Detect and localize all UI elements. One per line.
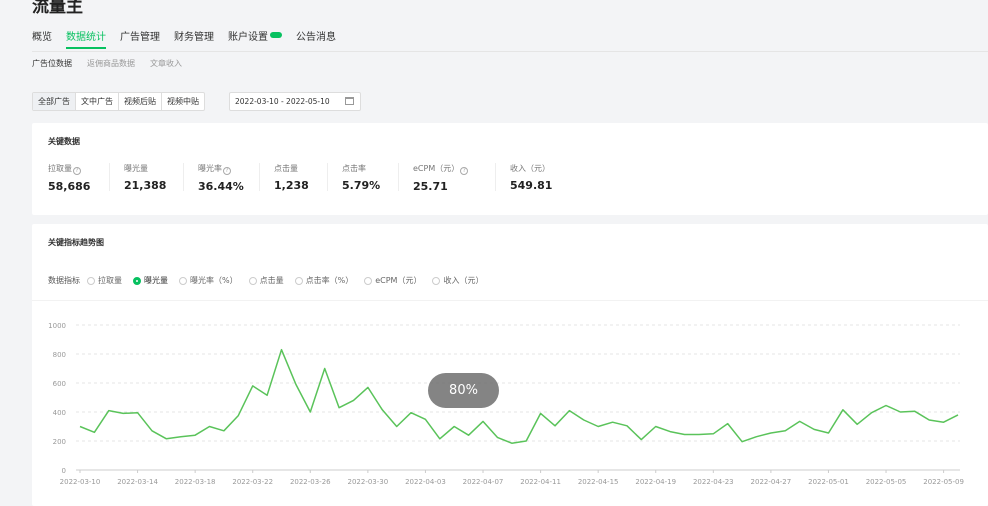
x-tick-label: 2022-03-30: [348, 478, 389, 486]
x-tick-label: 2022-04-19: [635, 478, 676, 486]
nav-label: 概览: [32, 32, 52, 43]
tab-video-post-roll[interactable]: 视频后贴: [119, 93, 162, 110]
new-badge: [270, 32, 282, 38]
subnav-ad-slot-data[interactable]: 广告位数据: [32, 58, 72, 69]
metric-label: 点击率: [342, 164, 366, 173]
x-tick-label: 2022-05-05: [866, 478, 907, 486]
metric-value: 25.71: [413, 180, 448, 193]
x-tick-label: 2022-04-03: [405, 478, 446, 486]
nav-label: 账户设置: [228, 32, 268, 43]
metric-label: 点击量: [274, 164, 298, 173]
x-tick-label: 2022-03-14: [117, 478, 158, 486]
x-tick-label: 2022-03-26: [290, 478, 331, 486]
metric-value: 1,238: [274, 179, 309, 192]
tab-in-article-ads[interactable]: 文中广告: [76, 93, 119, 110]
nav-data-stats[interactable]: 数据统计: [66, 31, 106, 51]
key-data-title: 关键数据: [48, 137, 80, 146]
metric-income: 收入（元） 549.81: [494, 163, 553, 192]
x-tick-label: 2022-05-09: [923, 478, 964, 486]
tab-video-mid-roll[interactable]: 视频中贴: [162, 93, 204, 110]
metric-label: 收入（元）: [510, 164, 550, 173]
x-tick-label: 2022-04-23: [693, 478, 734, 486]
date-range-picker[interactable]: 2022-03-10 - 2022-05-10: [229, 92, 361, 111]
nav-overview[interactable]: 概览: [32, 31, 52, 51]
metric-ecpm: eCPM（元）? 25.71: [397, 163, 469, 193]
key-data-card: 关键数据 拉取量? 58,686 曝光量 21,388 曝光率? 36.44% …: [32, 123, 988, 215]
subnav-commission-data[interactable]: 返佣商品数据: [87, 58, 135, 69]
nav-ad-management[interactable]: 广告管理: [120, 31, 160, 51]
metric-label: eCPM（元）: [413, 164, 460, 173]
metric-pull-count: 拉取量? 58,686: [48, 163, 91, 193]
x-tick-label: 2022-05-01: [808, 478, 849, 486]
nav-label: 财务管理: [174, 32, 214, 43]
tab-all-ads[interactable]: 全部广告: [33, 93, 76, 110]
metric-value: 21,388: [124, 179, 167, 192]
nav-announcements[interactable]: 公告消息: [296, 31, 336, 51]
metric-value: 36.44%: [198, 180, 244, 193]
metric-exposure: 曝光量 21,388: [108, 163, 167, 192]
y-tick-label: 200: [53, 438, 66, 446]
metric-clicks: 点击量 1,238: [259, 163, 309, 192]
y-tick-label: 1000: [48, 322, 66, 330]
app-title: 流量主: [32, 0, 83, 17]
nav-label: 广告管理: [120, 32, 160, 43]
ad-type-segmented: 全部广告 文中广告 视频后贴 视频中贴: [32, 92, 205, 111]
x-tick-label: 2022-04-11: [520, 478, 561, 486]
x-tick-label: 2022-03-10: [60, 478, 101, 486]
x-tick-label: 2022-04-15: [578, 478, 619, 486]
nav-label: 数据统计: [66, 32, 106, 43]
series-line: [79, 348, 959, 444]
help-icon[interactable]: ?: [73, 167, 81, 175]
trend-chart: 0 200 400 600 800 1000 2022-03-10 2022-03-14 202…: [48, 322, 964, 486]
x-tick-label: 2022-03-18: [175, 478, 216, 486]
x-tick-label: 2022-04-27: [751, 478, 792, 486]
metric-label: 曝光量: [124, 164, 148, 173]
sub-nav: 广告位数据 返佣商品数据 文章收入: [32, 58, 197, 69]
calendar-icon: [345, 97, 354, 105]
help-icon[interactable]: ?: [460, 167, 469, 175]
metric-label: 曝光率: [198, 164, 222, 173]
help-icon[interactable]: ?: [223, 167, 231, 175]
y-tick-label: 0: [62, 467, 66, 475]
metric-value: 58,686: [48, 180, 91, 193]
nav-divider: [32, 51, 988, 52]
loading-indicator: 80%: [428, 373, 499, 408]
y-tick-label: 600: [53, 380, 66, 388]
nav-label: 公告消息: [296, 32, 336, 43]
y-tick-label: 400: [53, 409, 66, 417]
trend-card: 关键指标趋势图 数据指标 拉取量 曝光量 曝光率（%） 点击量 点击率（%） e…: [32, 224, 988, 506]
subnav-article-income[interactable]: 文章收入: [150, 58, 182, 69]
x-tick-label: 2022-03-22: [232, 478, 273, 486]
metric-ctr: 点击率 5.79%: [326, 163, 381, 192]
x-tick-label: 2022-04-07: [463, 478, 504, 486]
nav-account-settings[interactable]: 账户设置: [228, 31, 282, 51]
metric-value: 549.81: [510, 179, 553, 192]
metric-value: 5.79%: [342, 179, 381, 192]
y-tick-label: 800: [53, 351, 66, 359]
top-area: 流量主 概览 数据统计 广告管理 财务管理 账户设置 公告消息 广告位数据 返佣…: [0, 0, 988, 118]
metric-label: 拉取量: [48, 164, 72, 173]
date-range-text: 2022-03-10 - 2022-05-10: [235, 97, 330, 106]
nav-finance[interactable]: 财务管理: [174, 31, 214, 51]
main-nav: 概览 数据统计 广告管理 财务管理 账户设置 公告消息: [32, 31, 350, 51]
metric-exposure-rate: 曝光率? 36.44%: [183, 163, 244, 193]
